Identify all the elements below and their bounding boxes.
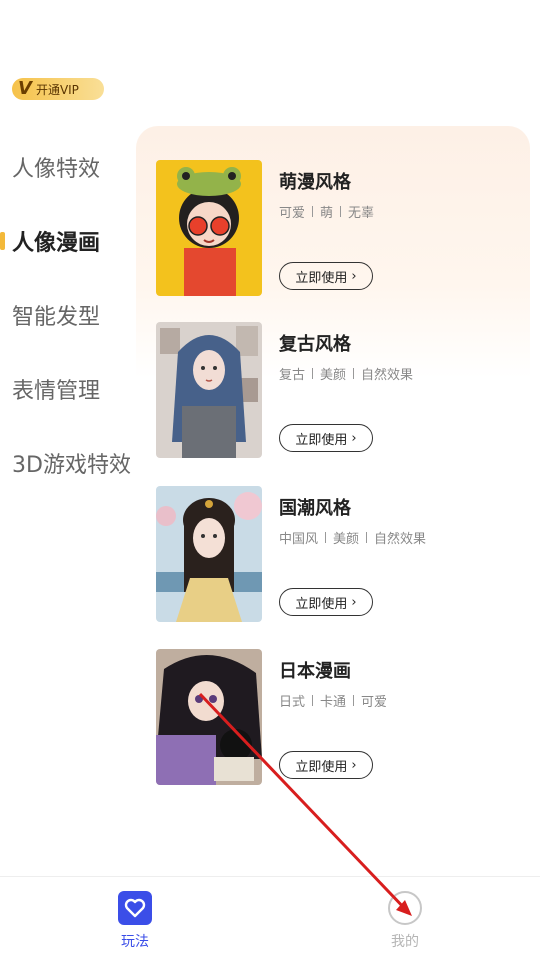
tag-divider (353, 695, 355, 706)
sidebar-item-expression[interactable]: 表情管理 (0, 352, 140, 426)
tag: 可爱 (361, 695, 388, 710)
profile-icon (388, 891, 422, 925)
chevron-right-icon: › (351, 430, 357, 446)
style-card-japan-manga[interactable]: 日本漫画 日式 卡通 可爱 立即使用 › (156, 649, 526, 785)
use-now-label: 立即使用 (295, 432, 348, 448)
style-title: 复古风格 (279, 334, 351, 355)
use-now-button[interactable]: 立即使用 › (279, 262, 373, 290)
chevron-right-icon: › (351, 757, 357, 773)
active-marker (0, 232, 5, 250)
use-now-button[interactable]: 立即使用 › (279, 588, 373, 616)
category-sidebar: 人像特效 人像漫画 智能发型 表情管理 3D游戏特效 (0, 130, 140, 500)
bottom-navigation: 玩法 我的 (0, 876, 540, 960)
style-tags: 可爱 萌 无辜 (279, 202, 374, 221)
nav-tab-me[interactable]: 我的 (375, 891, 435, 951)
style-thumbnail (156, 322, 262, 458)
tag-divider (353, 368, 355, 379)
style-card-guochao[interactable]: 国潮风格 中国风 美颜 自然效果 立即使用 › (156, 486, 526, 622)
tag-divider (312, 695, 314, 706)
sidebar-item-label: 3D游戏特效 (12, 453, 131, 478)
sidebar-item-label: 人像特效 (12, 157, 101, 182)
use-now-label: 立即使用 (295, 759, 348, 775)
tag-divider (340, 206, 342, 217)
tag: 自然效果 (361, 368, 414, 383)
use-now-button[interactable]: 立即使用 › (279, 751, 373, 779)
sidebar-item-3d-game[interactable]: 3D游戏特效 (0, 426, 140, 500)
sidebar-item-smart-hairstyle[interactable]: 智能发型 (0, 278, 140, 352)
chevron-right-icon: › (351, 594, 357, 610)
tag: 日式 (279, 695, 306, 710)
sidebar-item-label: 人像漫画 (12, 231, 101, 256)
style-card-moe[interactable]: 萌漫风格 可爱 萌 无辜 立即使用 › (156, 160, 526, 296)
tag: 无辜 (348, 206, 375, 221)
sidebar-item-label: 表情管理 (12, 379, 101, 404)
sidebar-item-portrait-comic[interactable]: 人像漫画 (0, 204, 140, 278)
nav-tab-label: 玩法 (121, 934, 149, 950)
nav-tab-play[interactable]: 玩法 (105, 891, 165, 951)
sidebar-item-portrait-effects[interactable]: 人像特效 (0, 130, 140, 204)
vip-label: 开通VIP (35, 82, 79, 97)
tag: 中国风 (279, 532, 319, 547)
use-now-label: 立即使用 (295, 596, 348, 612)
tag: 复古 (279, 368, 306, 383)
tag: 卡通 (320, 695, 347, 710)
heart-icon (118, 891, 152, 925)
style-title: 萌漫风格 (279, 172, 351, 193)
style-title: 日本漫画 (279, 661, 351, 682)
tag-divider (312, 206, 314, 217)
tag: 可爱 (279, 206, 306, 221)
nav-tab-label: 我的 (391, 934, 419, 950)
vip-badge[interactable]: V 开通VIP (12, 78, 104, 100)
style-tags: 日式 卡通 可爱 (279, 691, 387, 710)
style-tags: 中国风 美颜 自然效果 (279, 528, 426, 547)
tag-divider (325, 532, 327, 543)
style-thumbnail (156, 160, 262, 296)
use-now-button[interactable]: 立即使用 › (279, 424, 373, 452)
tag: 美颜 (320, 368, 347, 383)
style-thumbnail (156, 486, 262, 622)
style-card-retro[interactable]: 复古风格 复古 美颜 自然效果 立即使用 › (156, 322, 526, 458)
vip-mark: V (18, 78, 32, 99)
style-thumbnail (156, 649, 262, 785)
tag: 萌 (320, 206, 334, 221)
tag: 自然效果 (374, 532, 427, 547)
use-now-label: 立即使用 (295, 270, 348, 286)
style-title: 国潮风格 (279, 498, 351, 519)
chevron-right-icon: › (351, 268, 357, 284)
tag: 美颜 (333, 532, 360, 547)
sidebar-item-label: 智能发型 (12, 305, 101, 330)
style-tags: 复古 美颜 自然效果 (279, 364, 413, 383)
tag-divider (366, 532, 368, 543)
tag-divider (312, 368, 314, 379)
